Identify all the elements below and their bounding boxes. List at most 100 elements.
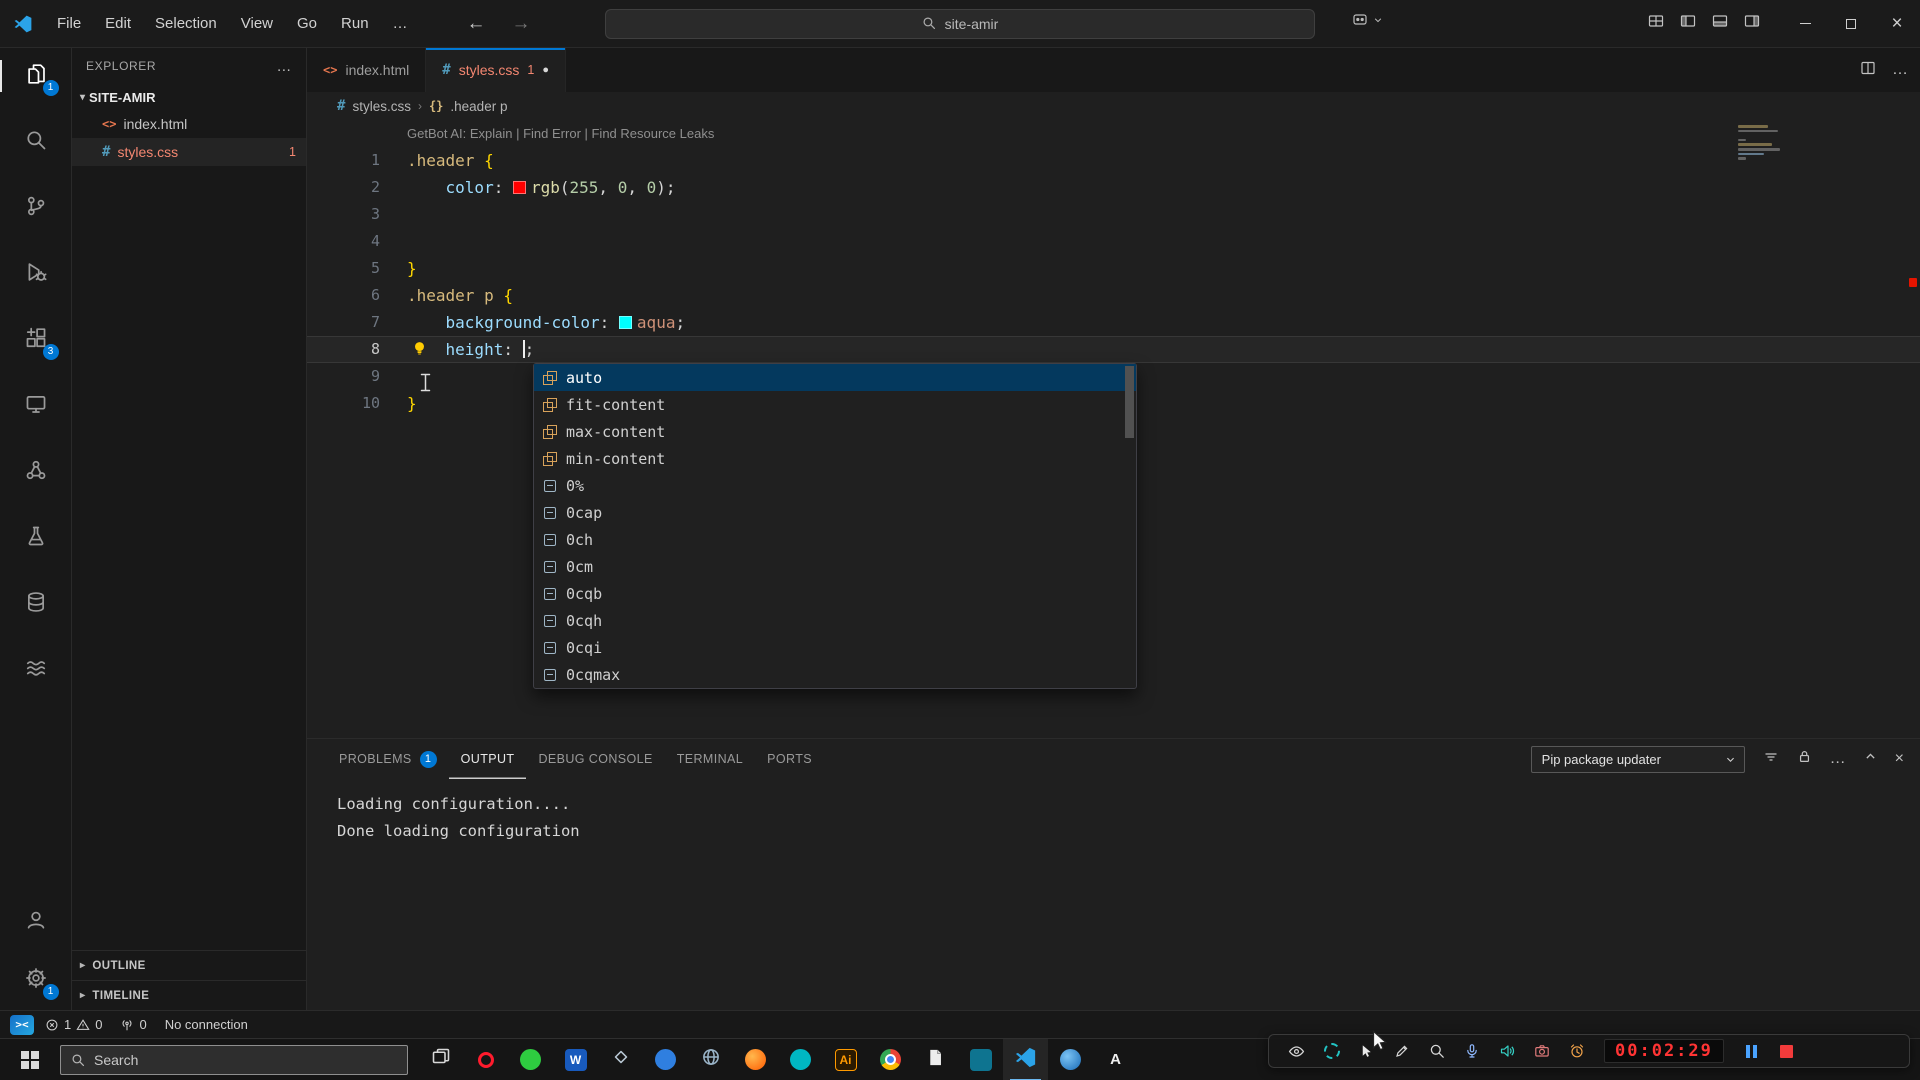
taskbar-app-illustrator[interactable]: Ai	[823, 1039, 868, 1080]
activity-account[interactable]	[0, 900, 72, 944]
ports-status[interactable]: 0	[113, 1011, 153, 1038]
maximize-button[interactable]	[1828, 0, 1874, 48]
toggle-sidebar-icon[interactable]	[1680, 13, 1696, 34]
microphone-icon[interactable]	[1454, 1043, 1489, 1059]
customize-layout-icon[interactable]	[1648, 13, 1664, 34]
taskbar-app-app-globe[interactable]	[688, 1039, 733, 1080]
close-button[interactable]: ×	[1874, 0, 1920, 48]
toggle-panel-icon[interactable]	[1712, 13, 1728, 34]
activity-explorer[interactable]: 1	[0, 54, 72, 98]
stop-recording-button[interactable]	[1769, 1044, 1804, 1058]
panel-tab-problems[interactable]: PROBLEMS 1	[327, 739, 449, 779]
menu-view[interactable]: View	[230, 10, 284, 37]
taskbar-app-browser-blue[interactable]	[1048, 1039, 1093, 1080]
taskbar-app-app-diamond[interactable]	[598, 1039, 643, 1080]
panel-tab-terminal[interactable]: TERMINAL	[665, 739, 755, 779]
menu-run[interactable]: Run	[330, 10, 380, 37]
menu-selection[interactable]: Selection	[144, 10, 228, 37]
filter-output-icon[interactable]	[1763, 749, 1779, 770]
section-outline[interactable]: ▸ OUTLINE	[72, 950, 306, 980]
problems-status[interactable]: 1 0	[38, 1011, 109, 1038]
taskbar-app-vscode[interactable]	[1003, 1038, 1048, 1080]
pause-recording-button[interactable]	[1734, 1044, 1769, 1058]
menu-more[interactable]: …	[382, 10, 419, 37]
folder-site-amir[interactable]: ▾ SITE-AMIR	[72, 84, 306, 110]
forward-button[interactable]: →	[512, 13, 531, 35]
copilot-button[interactable]	[1352, 12, 1383, 28]
taskbar-app-chrome[interactable]	[868, 1039, 913, 1080]
suggestion-0cap[interactable]: 0cap	[534, 499, 1136, 526]
suggestion-0cqb[interactable]: 0cqb	[534, 580, 1136, 607]
suggestion-max-content[interactable]: max-content	[534, 418, 1136, 445]
connection-status[interactable]: No connection	[158, 1011, 255, 1038]
codelens-actions[interactable]: GetBot AI: Explain | Find Error | Find R…	[407, 120, 714, 147]
activity-layers[interactable]	[0, 648, 72, 692]
activity-extensions[interactable]: 3	[0, 318, 72, 362]
activity-organization[interactable]	[0, 450, 72, 494]
suggest-scrollbar[interactable]	[1125, 366, 1134, 438]
color-swatch[interactable]	[618, 315, 632, 329]
panel-tab-debug-console[interactable]: DEBUG CONSOLE	[526, 739, 664, 779]
editor-more-actions-icon[interactable]: …	[1892, 61, 1908, 79]
maximize-panel-icon[interactable]	[1864, 750, 1877, 768]
file-item-index.html[interactable]: <> index.html	[72, 110, 306, 138]
file-item-styles.css[interactable]: # styles.css 1	[72, 138, 306, 166]
activity-testing[interactable]	[0, 516, 72, 560]
activity-source-control[interactable]	[0, 186, 72, 230]
suggestion-auto[interactable]: auto	[534, 364, 1136, 391]
color-swatch[interactable]	[512, 180, 526, 194]
taskbar-app-app-teal[interactable]	[778, 1039, 823, 1080]
suggestion-0cqi[interactable]: 0cqi	[534, 634, 1136, 661]
tab-index.html[interactable]: <> index.html	[307, 48, 427, 92]
lock-scroll-icon[interactable]	[1797, 749, 1812, 769]
start-button[interactable]	[8, 1039, 52, 1080]
activity-database[interactable]	[0, 582, 72, 626]
suggestion-0ch[interactable]: 0ch	[534, 526, 1136, 553]
panel-tab-output[interactable]: OUTPUT	[449, 739, 527, 779]
taskbar-app-notes[interactable]	[913, 1039, 958, 1080]
alarm-clock-icon[interactable]	[1559, 1043, 1594, 1059]
output-channel-dropdown[interactable]: Pip package updater	[1530, 745, 1745, 773]
suggestion-0%[interactable]: 0%	[534, 472, 1136, 499]
magnifier-tool-icon[interactable]	[1419, 1043, 1454, 1059]
minimize-button[interactable]	[1782, 0, 1828, 48]
taskbar-app-app-teal-square[interactable]	[958, 1039, 1003, 1080]
eye-icon[interactable]	[1279, 1043, 1314, 1060]
panel-tab-ports[interactable]: PORTS	[755, 739, 824, 779]
lightbulb-icon[interactable]	[411, 340, 428, 361]
taskbar-search[interactable]: Search	[60, 1044, 408, 1075]
webcam-icon[interactable]	[1524, 1043, 1559, 1059]
suggestion-0cqmax[interactable]: 0cqmax	[534, 661, 1136, 688]
speaker-icon[interactable]	[1489, 1043, 1524, 1059]
activity-remote-monitor[interactable]	[0, 384, 72, 428]
taskbar-app-task-view[interactable]	[418, 1039, 463, 1080]
toggle-secondary-sidebar-icon[interactable]	[1744, 13, 1760, 34]
close-panel-icon[interactable]: ×	[1895, 750, 1904, 768]
code-editor[interactable]: GetBot AI: Explain | Find Error | Find R…	[307, 120, 1920, 738]
minimap[interactable]	[1738, 125, 1784, 160]
activity-search[interactable]	[0, 120, 72, 164]
section-timeline[interactable]: ▸ TIMELINE	[72, 980, 306, 1010]
suggestion-fit-content[interactable]: fit-content	[534, 391, 1136, 418]
explorer-more-actions-icon[interactable]: …	[276, 58, 292, 75]
taskbar-app-app-blue[interactable]	[643, 1039, 688, 1080]
taskbar-app-word[interactable]: W	[553, 1039, 598, 1080]
activity-run-debug[interactable]	[0, 252, 72, 296]
split-editor-icon[interactable]	[1860, 60, 1876, 81]
taskbar-extra-app[interactable]: A	[1093, 1039, 1138, 1080]
panel-more-actions-icon[interactable]: …	[1830, 750, 1846, 768]
menu-go[interactable]: Go	[286, 10, 328, 37]
activity-settings[interactable]: 1	[0, 958, 72, 1002]
taskbar-app-browser-red[interactable]	[463, 1039, 508, 1080]
taskbar-app-app-orange[interactable]	[733, 1039, 778, 1080]
remote-indicator[interactable]: ><	[10, 1014, 34, 1035]
suggestion-0cqh[interactable]: 0cqh	[534, 607, 1136, 634]
menu-file[interactable]: File	[46, 10, 92, 37]
command-center-search[interactable]: site-amir	[605, 9, 1315, 39]
menu-edit[interactable]: Edit	[94, 10, 142, 37]
breadcrumb-file[interactable]: styles.css	[352, 99, 411, 114]
tab-styles.css[interactable]: # styles.css 1 ●	[426, 48, 566, 92]
breadcrumb-symbol[interactable]: .header p	[450, 99, 507, 114]
suggestion-min-content[interactable]: min-content	[534, 445, 1136, 472]
region-select-icon[interactable]	[1314, 1043, 1349, 1059]
